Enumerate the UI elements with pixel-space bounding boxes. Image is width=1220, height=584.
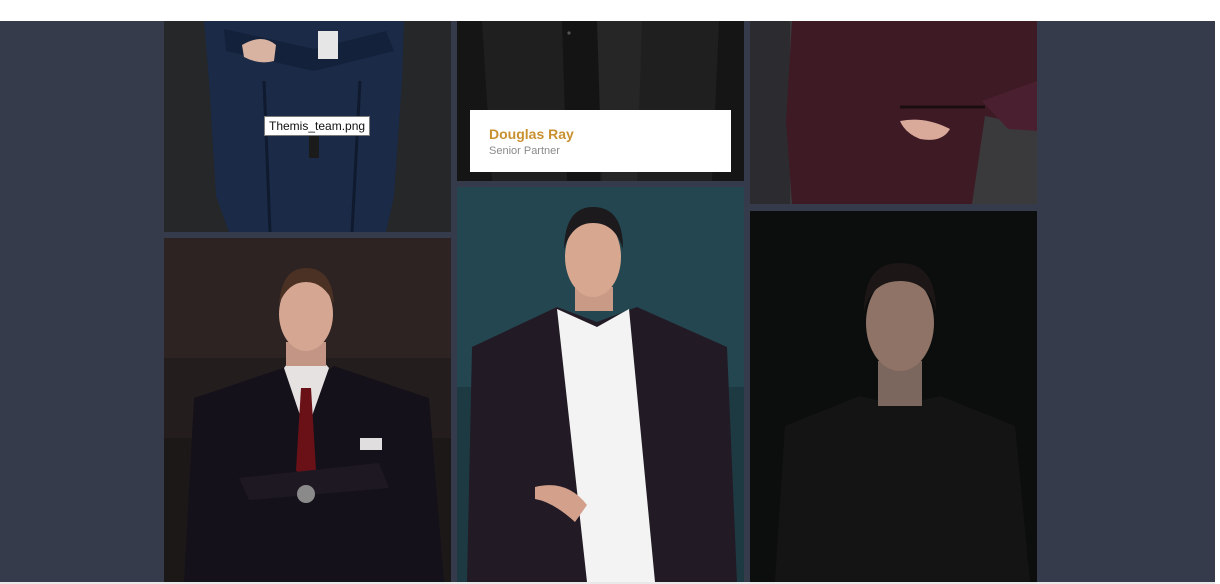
team-photo-tile-4[interactable] xyxy=(164,238,451,582)
team-photo-3 xyxy=(750,21,1037,204)
page-scrollbar-edge xyxy=(1215,0,1220,584)
team-photo-4 xyxy=(164,238,451,582)
team-member-role: Senior Partner xyxy=(489,145,560,157)
team-photo-tile-6[interactable] xyxy=(750,211,1037,582)
team-photo-tile-5[interactable] xyxy=(457,187,744,582)
image-filename-tooltip: Themis_team.png xyxy=(264,116,371,136)
top-white-bar xyxy=(0,0,1215,21)
team-photo-tile-3[interactable] xyxy=(750,21,1037,204)
team-photo-6 xyxy=(750,211,1037,582)
team-member-card[interactable]: Douglas Ray Senior Partner xyxy=(470,110,731,172)
team-member-name[interactable]: Douglas Ray xyxy=(489,126,712,142)
team-photo-5 xyxy=(457,187,744,582)
team-photo-tile-2[interactable]: Douglas Ray Senior Partner xyxy=(457,21,744,181)
